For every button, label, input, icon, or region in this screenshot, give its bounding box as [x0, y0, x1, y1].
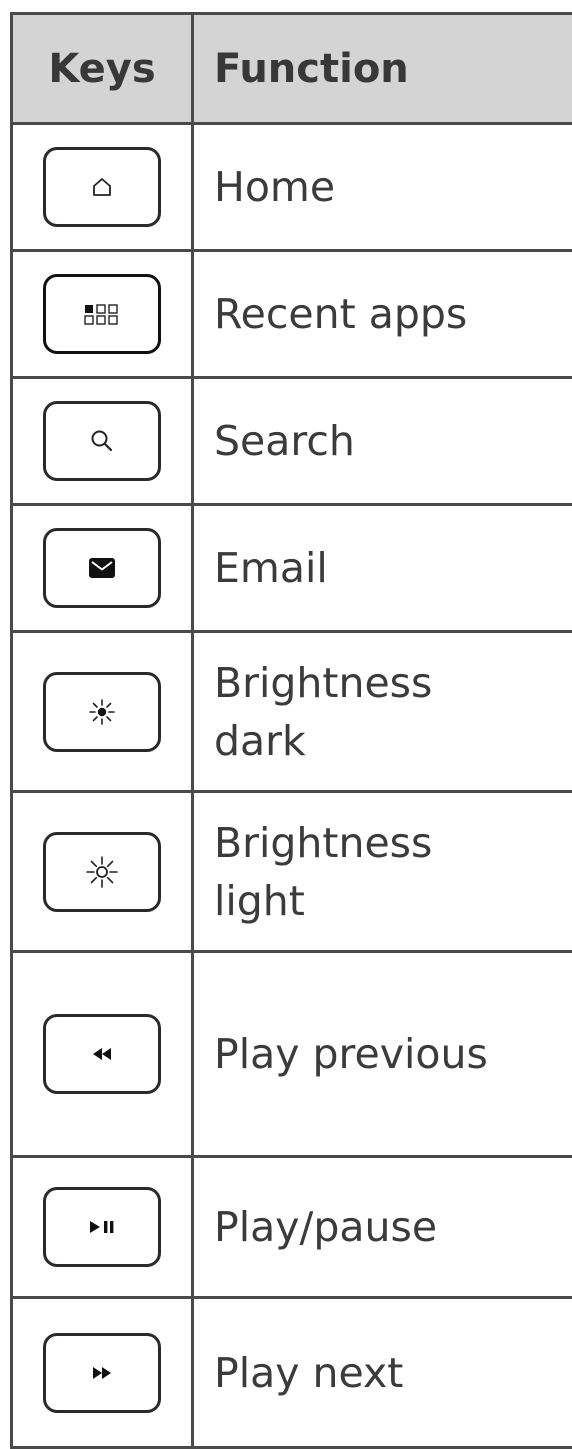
email-key: [43, 528, 161, 608]
function-column-header: Function: [193, 14, 572, 124]
function-cell: Play next: [193, 1298, 572, 1448]
search-icon: [89, 428, 115, 454]
home-key: [43, 147, 161, 227]
table-row: Brightness light: [12, 792, 572, 952]
play-pause-key: [43, 1187, 161, 1267]
brightness-light-icon: [85, 855, 119, 889]
key-cell: [12, 378, 193, 505]
function-label: Home: [214, 163, 335, 211]
recent-apps-icon: [82, 302, 122, 326]
key-cell: [12, 632, 193, 792]
recent-apps-key: [43, 274, 161, 354]
key-cell: [12, 952, 193, 1157]
function-cell: Recent apps: [193, 251, 572, 378]
key-cell: [12, 124, 193, 251]
function-label-line-1: Brightness: [214, 814, 572, 872]
keyboard-shortcut-table: Keys Function Home: [10, 12, 572, 1449]
home-icon: [90, 175, 114, 199]
function-cell: Brightness dark: [193, 632, 572, 792]
key-cell: [12, 251, 193, 378]
table-row: Play/pause: [12, 1157, 572, 1298]
function-label: Play/pause: [214, 1203, 437, 1251]
table-row: Search: [12, 378, 572, 505]
key-cell: [12, 1157, 193, 1298]
table-row: Play next: [12, 1298, 572, 1448]
brightness-dark-icon: [88, 698, 116, 726]
table-row: Email: [12, 505, 572, 632]
table-row: Home: [12, 124, 572, 251]
play-pause-icon: [87, 1219, 117, 1235]
rewind-icon: [90, 1046, 114, 1062]
function-label: Play previous: [214, 1030, 488, 1078]
function-cell: Search: [193, 378, 572, 505]
function-label-line-2: dark: [214, 712, 572, 770]
key-cell: [12, 1298, 193, 1448]
keys-column-header: Keys: [12, 14, 193, 124]
function-label: Search: [214, 417, 355, 465]
play-previous-key: [43, 1014, 161, 1094]
fast-forward-icon: [90, 1365, 114, 1381]
table-row: Play previous: [12, 952, 572, 1157]
brightness-dark-key: [43, 672, 161, 752]
function-cell: Email: [193, 505, 572, 632]
function-cell: Home: [193, 124, 572, 251]
play-next-key: [43, 1333, 161, 1413]
key-cell: [12, 792, 193, 952]
function-label-line-2: light: [214, 872, 572, 930]
brightness-light-key: [43, 832, 161, 912]
function-cell: Play/pause: [193, 1157, 572, 1298]
function-cell: Brightness light: [193, 792, 572, 952]
table-row: Brightness dark: [12, 632, 572, 792]
function-label: Play next: [214, 1349, 403, 1397]
function-cell: Play previous: [193, 952, 572, 1157]
table-header-row: Keys Function: [12, 14, 572, 124]
function-label-line-1: Brightness: [214, 654, 572, 712]
key-cell: [12, 505, 193, 632]
function-label: Recent apps: [214, 290, 467, 338]
function-label: Email: [214, 544, 328, 592]
table-row: Recent apps: [12, 251, 572, 378]
search-key: [43, 401, 161, 481]
email-icon: [88, 557, 116, 579]
